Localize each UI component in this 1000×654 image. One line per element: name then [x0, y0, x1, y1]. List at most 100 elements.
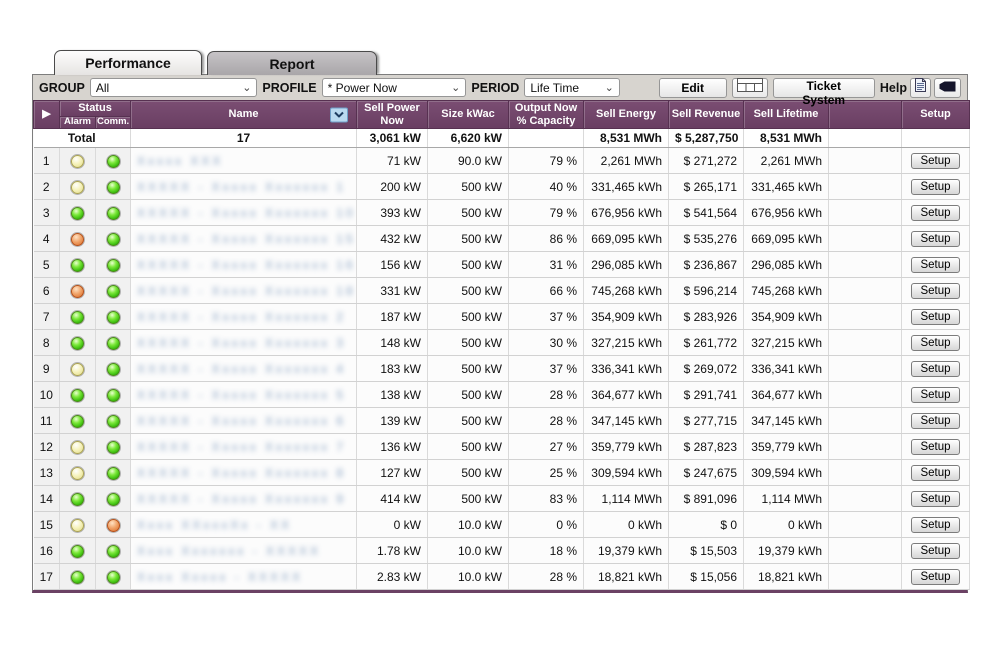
output-cell: 0 % [509, 512, 584, 538]
setup-button[interactable]: Setup [911, 517, 959, 533]
sell-energy-cell: 364,677 kWh [584, 382, 669, 408]
setup-button[interactable]: Setup [911, 361, 959, 377]
row-number: 8 [34, 330, 60, 356]
setup-button[interactable]: Setup [911, 205, 959, 221]
chevron-down-icon: ⌄ [451, 81, 460, 94]
document-icon [915, 78, 926, 97]
chevron-down-icon: ⌄ [605, 81, 614, 94]
setup-button[interactable]: Setup [911, 491, 959, 507]
sell-energy-cell: 331,465 kWh [584, 174, 669, 200]
output-cell: 31 % [509, 252, 584, 278]
site-name-cell[interactable]: XXXXX - Xxxxx Xxxxxxx 2 [131, 304, 357, 330]
row-number: 1 [34, 148, 60, 174]
site-name-cell[interactable]: Xxxx Xxxxxxx - XXXXX [131, 538, 357, 564]
sell-revenue-cell: $ 277,715 [669, 408, 744, 434]
setup-button[interactable]: Setup [911, 465, 959, 481]
output-cell: 83 % [509, 486, 584, 512]
blank-cell [829, 252, 902, 278]
comm-status-cell [96, 564, 131, 590]
sell-power-cell: 183 kW [357, 356, 428, 382]
alarm-status-light [71, 311, 84, 324]
comm-status-cell [96, 304, 131, 330]
sell-energy-cell: 18,821 kWh [584, 564, 669, 590]
output-cell: 37 % [509, 356, 584, 382]
size-cell: 500 kW [428, 486, 509, 512]
sell-revenue-cell: $ 596,214 [669, 278, 744, 304]
setup-button[interactable]: Setup [911, 309, 959, 325]
comm-status-cell [96, 174, 131, 200]
site-name-blurred: XXXXX - Xxxxx Xxxxxxx 5 [137, 388, 346, 402]
help-doc-button[interactable] [910, 78, 931, 98]
output-cell: 30 % [509, 330, 584, 356]
site-name-cell[interactable]: XXXXX - Xxxxx Xxxxxxx 4 [131, 356, 357, 382]
site-name-cell[interactable]: Xxxxx XXX [131, 148, 357, 174]
table-row: 3 XXXXX - Xxxxx Xxxxxxx 10 393 kW 500 kW… [34, 200, 970, 226]
group-select[interactable]: All ⌄ [90, 78, 258, 97]
sell-revenue-cell: $ 0 [669, 512, 744, 538]
comm-status-cell [96, 148, 131, 174]
total-label: Total [34, 129, 131, 148]
site-name-cell[interactable]: XXXXX - Xxxxx Xxxxxxx 18 [131, 278, 357, 304]
tab-performance[interactable]: Performance [54, 50, 202, 75]
alarm-status-light [71, 233, 84, 246]
site-name-cell[interactable]: XXXXX - Xxxxx Xxxxxxx 6 [131, 408, 357, 434]
tab-report[interactable]: Report [207, 51, 377, 75]
site-name-blurred: Xxxx XXxxxXx - XX [137, 518, 292, 532]
setup-button[interactable]: Setup [911, 387, 959, 403]
size-cell: 10.0 kW [428, 564, 509, 590]
site-name-cell[interactable]: XXXXX - Xxxxx Xxxxxxx 16 [131, 252, 357, 278]
alarm-status-cell [60, 460, 96, 486]
name-sort-button[interactable] [330, 107, 348, 122]
sell-lifetime-cell: 0 kWh [744, 512, 829, 538]
help-video-button[interactable] [934, 78, 961, 98]
setup-cell: Setup [902, 200, 970, 226]
sell-power-cell: 2.83 kW [357, 564, 428, 590]
edit-button[interactable]: Edit [659, 78, 727, 98]
alarm-status-cell [60, 304, 96, 330]
site-name-cell[interactable]: XXXXX - Xxxxx Xxxxxxx 15 [131, 226, 357, 252]
setup-button[interactable]: Setup [911, 283, 959, 299]
setup-button[interactable]: Setup [911, 257, 959, 273]
site-name-cell[interactable]: Xxxx XXxxxXx - XX [131, 512, 357, 538]
sell-lifetime-cell: 669,095 kWh [744, 226, 829, 252]
size-cell: 500 kW [428, 226, 509, 252]
setup-button[interactable]: Setup [911, 179, 959, 195]
site-name-blurred: Xxxxx XXX [137, 154, 223, 168]
help-label: Help [880, 81, 907, 95]
sell-lifetime-cell: 364,677 kWh [744, 382, 829, 408]
ticket-system-button[interactable]: Ticket System [773, 78, 875, 98]
setup-button[interactable]: Setup [911, 231, 959, 247]
site-name-cell[interactable]: XXXXX - Xxxxx Xxxxxxx 8 [131, 460, 357, 486]
comm-status-cell [96, 434, 131, 460]
video-camera-icon [939, 79, 956, 97]
comm-status-cell [96, 408, 131, 434]
setup-cell: Setup [902, 252, 970, 278]
site-name-cell[interactable]: XXXXX - Xxxxx Xxxxxxx 1 [131, 174, 357, 200]
total-count: 17 [131, 129, 357, 148]
setup-button[interactable]: Setup [911, 569, 959, 585]
setup-button[interactable]: Setup [911, 439, 959, 455]
site-name-cell[interactable]: XXXXX - Xxxxx Xxxxxxx 7 [131, 434, 357, 460]
setup-button[interactable]: Setup [911, 543, 959, 559]
site-name-cell[interactable]: XXXXX - Xxxxx Xxxxxxx 3 [131, 330, 357, 356]
profile-select[interactable]: * Power Now ⌄ [322, 78, 467, 97]
row-number: 15 [34, 512, 60, 538]
site-name-cell[interactable]: Xxxx Xxxxx - XXXXX [131, 564, 357, 590]
sell-revenue-cell: $ 541,564 [669, 200, 744, 226]
sell-lifetime-cell: 745,268 kWh [744, 278, 829, 304]
size-header: Size kWac [428, 101, 509, 129]
size-cell: 500 kW [428, 330, 509, 356]
alarm-status-cell [60, 382, 96, 408]
sell-revenue-cell: $ 271,272 [669, 148, 744, 174]
setup-button[interactable]: Setup [911, 413, 959, 429]
grid-view-button[interactable] [732, 78, 768, 98]
table-row: 16 Xxxx Xxxxxxx - XXXXX 1.78 kW 10.0 kW … [34, 538, 970, 564]
setup-button[interactable]: Setup [911, 335, 959, 351]
table-row: 17 Xxxx Xxxxx - XXXXX 2.83 kW 10.0 kW 28… [34, 564, 970, 590]
setup-button[interactable]: Setup [911, 153, 959, 169]
table-row: 8 XXXXX - Xxxxx Xxxxxxx 3 148 kW 500 kW … [34, 330, 970, 356]
site-name-cell[interactable]: XXXXX - Xxxxx Xxxxxxx 5 [131, 382, 357, 408]
period-select[interactable]: Life Time ⌄ [524, 78, 619, 97]
site-name-cell[interactable]: XXXXX - Xxxxx Xxxxxxx 10 [131, 200, 357, 226]
site-name-cell[interactable]: XXXXX - Xxxxx Xxxxxxx 9 [131, 486, 357, 512]
